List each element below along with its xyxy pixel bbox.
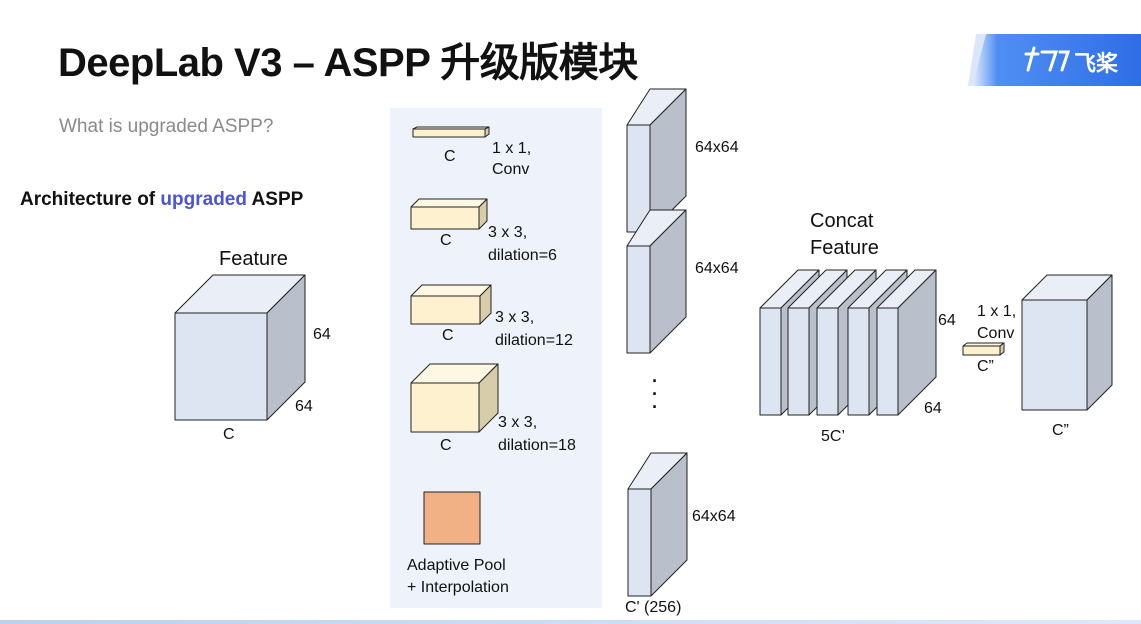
branch-2-label-line1: 3 x 3, [488, 224, 528, 241]
branch-4-label-line2: dilation=18 [498, 437, 576, 454]
final-conv-label-line1: 1 x 1, [977, 303, 1017, 320]
branch-3-label-line1: 3 x 3, [495, 309, 535, 326]
branch-3-width-label: C [442, 327, 454, 344]
feature-cube [174, 274, 306, 421]
branch-dilation6-block [410, 198, 488, 230]
final-conv-label-line2: Conv [977, 325, 1015, 342]
branch-5-label-line2: + Interpolation [407, 579, 509, 596]
concat-title-line2: Feature [810, 237, 879, 259]
branch-dilation18-block [410, 363, 499, 433]
final-conv-channel-label: C” [977, 358, 994, 375]
concat-title-line1: Concat [810, 210, 874, 232]
output-1-size-label: 64x64 [695, 139, 739, 156]
branch-dilation12-block [410, 284, 492, 325]
branch-conv1x1-block [412, 126, 490, 138]
concat-width-label: 5C’ [821, 428, 846, 445]
feature-height-label: 64 [295, 398, 313, 415]
output-slab-3 [627, 452, 688, 597]
branch-3-label-line2: dilation=12 [495, 332, 573, 349]
branch-2-label-line2: dilation=6 [488, 247, 557, 264]
aspp-diagram [174, 88, 1113, 597]
branch-4-label-line1: 3 x 3, [498, 414, 538, 431]
feature-title: Feature [219, 248, 288, 270]
branch-5-label-line1: Adaptive Pool [407, 557, 506, 574]
branch-4-width-label: C [440, 437, 452, 454]
output-2-size-label: 64x64 [695, 260, 739, 277]
final-feature-cube [1021, 274, 1113, 411]
concat-height-label: 64 [938, 312, 956, 329]
feature-width-label: C [223, 426, 235, 443]
footer-bar [0, 620, 1141, 624]
branch-1-label-line1: 1 x 1, [492, 140, 532, 157]
branch-2-width-label: C [440, 232, 452, 249]
branch-1-width-label: C [444, 148, 456, 165]
output-ellipsis: · · · [652, 371, 658, 417]
concat-depth-label: 64 [924, 400, 942, 417]
output-3-size-label: 64x64 [692, 508, 736, 525]
output-slab-2 [626, 209, 687, 354]
adaptive-pool-block [423, 491, 481, 545]
feature-depth-label: 64 [313, 326, 331, 343]
output-channel-label: C' (256) [625, 599, 682, 616]
final-feature-width-label: C” [1052, 422, 1069, 439]
branch-1-label-line2: Conv [492, 161, 530, 178]
